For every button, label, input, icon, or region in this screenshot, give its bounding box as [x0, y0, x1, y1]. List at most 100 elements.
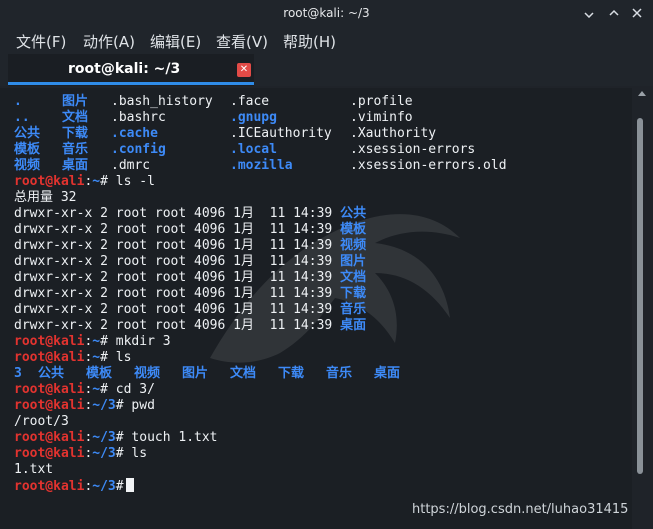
scrollbar-thumb[interactable] [637, 118, 643, 474]
vertical-scrollbar[interactable] [632, 88, 653, 529]
dir-entry: 视频 [340, 238, 367, 253]
dir-entry: .cache [111, 126, 158, 141]
command-text: ls [123, 446, 148, 461]
file-entry: .Xauthority [350, 126, 437, 141]
menu-file[interactable]: 文件(F) [16, 31, 66, 52]
command-text: mkdir 3 [107, 334, 171, 349]
menu-help[interactable]: 帮助(H) [283, 31, 336, 52]
dir-entry: 模板 [14, 142, 41, 157]
ls-l-row: drwxr-xr-x 2 root root 4096 1月 11 14:39 … [14, 206, 366, 222]
perm-info: drwxr-xr-x 2 root root 4096 1月 11 14:39 [14, 222, 333, 237]
dir-entry: 文档 [62, 110, 89, 125]
terminal-lines: . 图片 .bash_history .face .profile .. 文档 … [14, 94, 507, 494]
menu-edit[interactable]: 编辑(E) [150, 31, 201, 52]
maximize-icon [609, 9, 619, 16]
tab-close-button[interactable]: ✕ [237, 63, 251, 77]
file-entry: .profile [350, 94, 413, 109]
prompt-user: root@kali [14, 350, 85, 365]
active-tab-indicator [8, 82, 254, 85]
dir-entry: 桌面 [340, 318, 367, 333]
dir-entry: 图片 [182, 366, 209, 381]
dir-entry: 3 [14, 366, 22, 381]
prompt-path: ~/3 [92, 430, 116, 445]
perm-info: drwxr-xr-x 2 root root 4096 1月 11 14:39 [14, 238, 333, 253]
ls-row: . 图片 .bash_history .face .profile [14, 94, 413, 110]
maximize-button[interactable] [603, 0, 625, 26]
text-cursor [125, 478, 134, 492]
dir-entry: 视频 [14, 158, 41, 173]
prompt-user: root@kali [14, 479, 85, 494]
prompt-hash: # [100, 174, 108, 189]
prompt-path: ~/3 [92, 446, 116, 461]
prompt-line: root@kali:~# cd 3/ [14, 382, 366, 398]
current-prompt-line[interactable]: root@kali:~/3# [14, 478, 366, 494]
perm-info: drwxr-xr-x 2 root root 4096 1月 11 14:39 [14, 254, 333, 269]
minimize-icon [584, 12, 594, 18]
scroll-up-arrow-icon[interactable] [638, 91, 646, 96]
close-window-button[interactable] [626, 0, 648, 26]
close-icon [632, 8, 642, 18]
file-entry: .xsession-errors [350, 142, 476, 157]
command-text: pwd [123, 398, 155, 413]
source-watermark: https://blog.csdn.net/luhao31415 [412, 502, 629, 517]
prompt-user: root@kali [14, 446, 85, 461]
ls-l-row: drwxr-xr-x 2 root root 4096 1月 11 14:39 … [14, 286, 366, 302]
prompt-path: ~ [92, 334, 101, 349]
dir-entry: 公共 [340, 206, 367, 221]
terminal-output[interactable]: . 图片 .bash_history .face .profile .. 文档 … [0, 88, 632, 529]
prompt-user: root@kali [14, 430, 85, 445]
dir-entry: 下载 [62, 126, 89, 141]
dir-entry: 公共 [14, 126, 41, 141]
ls-l-row: drwxr-xr-x 2 root root 4096 1月 11 14:39 … [14, 302, 366, 318]
prompt-hash: # [115, 398, 124, 413]
output-line: /root/3 [14, 414, 69, 429]
file-entry: .bash_history [111, 94, 213, 109]
ls-row: 公共 下载 .cache .ICEauthority .Xauthority [14, 126, 436, 142]
prompt-hash: # [115, 446, 124, 461]
prompt-line: root@kali:~/3# pwd [14, 398, 366, 414]
dir-entry: 图片 [62, 94, 89, 109]
prompt-path: ~ [92, 382, 101, 397]
menu-action[interactable]: 动作(A) [83, 31, 135, 52]
prompt-user: root@kali [14, 174, 85, 189]
file-entry: .bashrc [111, 110, 166, 125]
dir-entry: 图片 [340, 254, 367, 269]
tab-label: root@kali: ~/3 [68, 61, 181, 77]
prompt-hash: # [115, 430, 124, 445]
ls-l-row: drwxr-xr-x 2 root root 4096 1月 11 14:39 … [14, 222, 366, 238]
dir-entry: .config [111, 142, 166, 157]
output-line: 总用量 32 [14, 190, 77, 205]
command-text: touch 1.txt [123, 430, 218, 445]
perm-info: drwxr-xr-x 2 root root 4096 1月 11 14:39 [14, 206, 333, 221]
terminal-window: root@kali: ~/3 文件(F) 动作(A) 编辑(E) 查看(V) 帮… [0, 0, 653, 529]
prompt-line: root@kali:~/3# touch 1.txt [14, 430, 366, 446]
window-title: root@kali: ~/3 [283, 6, 370, 20]
prompt-user: root@kali [14, 382, 85, 397]
prompt-hash: # [100, 350, 108, 365]
prompt-user: root@kali [14, 334, 85, 349]
dir-entry: 音乐 [340, 302, 367, 317]
menu-view[interactable]: 查看(V) [216, 31, 268, 52]
minimize-button[interactable] [578, 0, 600, 26]
dir-entry: .mozilla [230, 158, 293, 173]
dir-entry: 下载 [340, 286, 367, 301]
prompt-line: root@kali:~# ls [14, 350, 366, 366]
ls-l-row: drwxr-xr-x 2 root root 4096 1月 11 14:39 … [14, 238, 366, 254]
dir-entry: . [14, 94, 22, 109]
file-entry: .xsession-errors.old [350, 158, 507, 173]
ls-row: 视频 桌面 .dmrc .mozilla .xsession-errors.ol… [14, 158, 507, 174]
prompt-line: root@kali:~/3# ls [14, 446, 366, 462]
ls-l-row: drwxr-xr-x 2 root root 4096 1月 11 14:39 … [14, 254, 366, 270]
command-text: cd 3/ [107, 382, 155, 397]
prompt-hash: # [115, 479, 124, 494]
dir-entry: .local [230, 142, 277, 157]
prompt-path: ~/3 [92, 479, 116, 494]
prompt-hash: # [100, 382, 108, 397]
command-text: ls [107, 350, 132, 365]
dir-entry: 模板 [340, 222, 367, 237]
prompt-hash: # [100, 334, 108, 349]
perm-info: drwxr-xr-x 2 root root 4096 1月 11 14:39 [14, 270, 333, 285]
dir-entry: 下载 [278, 366, 305, 381]
file-entry: .dmrc [111, 158, 151, 173]
prompt-line: root@kali:~# ls -l [14, 174, 366, 190]
